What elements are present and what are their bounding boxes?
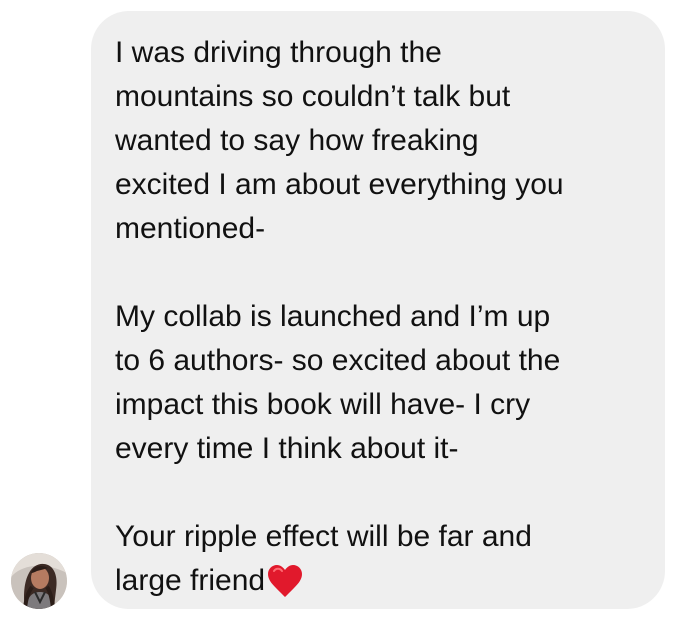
message-paragraph-1: I was driving through the mountains so c… bbox=[115, 36, 564, 245]
message-paragraph-3: Your ripple effect will be far and large… bbox=[115, 515, 641, 603]
chat-thread: I was driving through the mountains so c… bbox=[0, 0, 690, 642]
message-row: I was driving through the mountains so c… bbox=[0, 0, 690, 642]
message-paragraph-2: My collab is launched and I’m up to 6 au… bbox=[115, 300, 561, 465]
sender-avatar[interactable] bbox=[11, 553, 67, 609]
heart-icon bbox=[268, 565, 303, 597]
message-paragraph-3-text: Your ripple effect will be far and large… bbox=[115, 520, 532, 597]
profile-photo-icon bbox=[11, 553, 67, 609]
message-bubble[interactable]: I was driving through the mountains so c… bbox=[91, 11, 665, 609]
